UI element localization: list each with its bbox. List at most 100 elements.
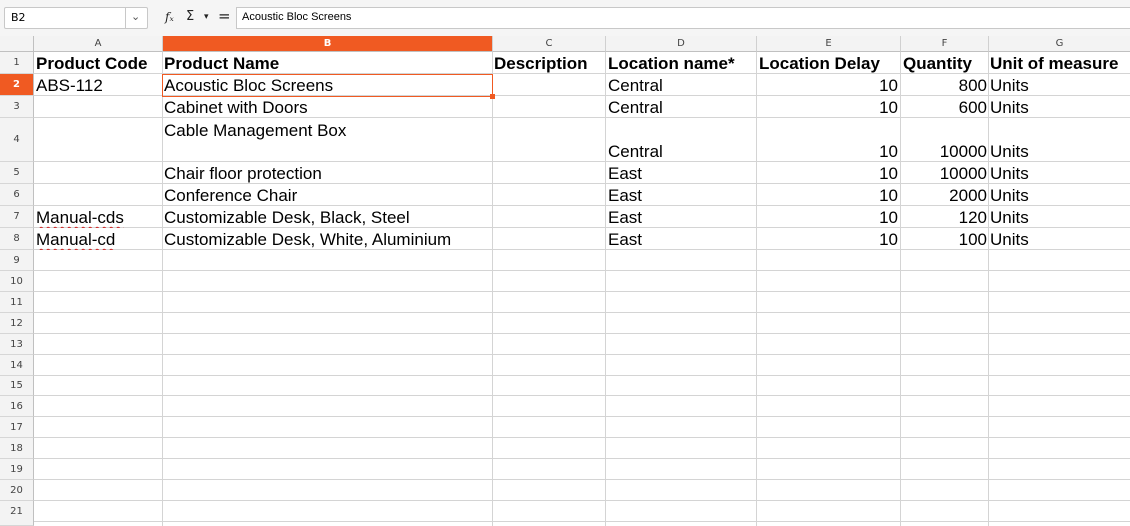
cell-a2[interactable]: ABS-112 — [36, 76, 160, 96]
row-header-7[interactable]: 7 — [0, 206, 34, 228]
cell-a7[interactable]: Manual-cds — [36, 208, 160, 228]
formula-bar: B2 ⌄ fₓ Σ ▾ = Acoustic Bloc Screens — [0, 0, 1130, 37]
cell-g6[interactable]: Units — [990, 186, 1128, 206]
row-header-6[interactable]: 6 — [0, 184, 34, 206]
row-header-19[interactable]: 19 — [0, 459, 34, 480]
function-wizard-icon[interactable]: fₓ — [165, 10, 174, 24]
grid-line — [34, 500, 1130, 501]
grid-line — [34, 479, 1130, 480]
column-header-e[interactable]: E — [757, 36, 901, 52]
grid-line — [34, 437, 1130, 438]
cell-e6[interactable]: 10 — [758, 186, 898, 206]
cell-d6[interactable]: East — [608, 186, 754, 206]
formula-equals-icon[interactable]: = — [218, 7, 231, 25]
cell-d4[interactable]: Central — [608, 142, 754, 162]
grid-line — [34, 416, 1130, 417]
cell-f7[interactable]: 120 — [902, 208, 987, 228]
cell-e4[interactable]: 10 — [758, 142, 898, 162]
row-header-16[interactable]: 16 — [0, 396, 34, 417]
row-header-10[interactable]: 10 — [0, 271, 34, 292]
formula-content: Acoustic Bloc Screens — [242, 11, 352, 23]
column-header-c[interactable]: C — [493, 36, 606, 52]
cell-b7[interactable]: Customizable Desk, Black, Steel — [164, 208, 490, 228]
grid-line — [988, 52, 989, 526]
cell-f8[interactable]: 100 — [902, 230, 987, 250]
grid-line — [34, 270, 1130, 271]
grid-line — [162, 52, 163, 526]
column-header-d[interactable]: D — [606, 36, 757, 52]
row-header-21[interactable]: 21 — [0, 501, 34, 526]
cell-f3[interactable]: 600 — [902, 98, 987, 118]
cell-f5[interactable]: 10000 — [902, 164, 987, 184]
cell-e3[interactable]: 10 — [758, 98, 898, 118]
formula-input[interactable]: Acoustic Bloc Screens — [236, 7, 1130, 29]
grid-line — [605, 52, 606, 526]
grid-line — [34, 354, 1130, 355]
cell-g5[interactable]: Units — [990, 164, 1128, 184]
cell-d2[interactable]: Central — [608, 76, 754, 96]
cell-d7[interactable]: East — [608, 208, 754, 228]
row-header-2[interactable]: 2 — [0, 74, 34, 96]
header-cell-location-name[interactable]: Location name* — [608, 54, 755, 74]
row-header-11[interactable]: 11 — [0, 292, 34, 313]
cell-g3[interactable]: Units — [990, 98, 1128, 118]
grid-line — [34, 291, 1130, 292]
row-header-4[interactable]: 4 — [0, 118, 34, 162]
cell-g4[interactable]: Units — [990, 142, 1128, 162]
row-header-17[interactable]: 17 — [0, 417, 34, 438]
row-header-15[interactable]: 15 — [0, 376, 34, 396]
column-header-a[interactable]: A — [34, 36, 163, 52]
cell-f2[interactable]: 800 — [902, 76, 987, 96]
cell-e2[interactable]: 10 — [758, 76, 898, 96]
row-header-12[interactable]: 12 — [0, 313, 34, 334]
row-header-3[interactable]: 3 — [0, 96, 34, 118]
sum-icon[interactable]: Σ — [186, 9, 194, 24]
cell-e5[interactable]: 10 — [758, 164, 898, 184]
grid-line — [34, 521, 1130, 522]
header-cell-product-name[interactable]: Product Name — [164, 54, 490, 74]
cell-a8[interactable]: Manual-cd — [36, 230, 160, 250]
cell-b5[interactable]: Chair floor protection — [164, 164, 490, 184]
row-header-20[interactable]: 20 — [0, 480, 34, 501]
row-header-18[interactable]: 18 — [0, 438, 34, 459]
row-header-9[interactable]: 9 — [0, 250, 34, 271]
autofill-handle[interactable] — [490, 94, 495, 99]
column-header-f[interactable]: F — [901, 36, 989, 52]
header-cell-quantity[interactable]: Quantity — [903, 54, 987, 74]
cell-d8[interactable]: East — [608, 230, 754, 250]
active-cell-border — [162, 74, 493, 97]
grid-line — [900, 52, 901, 526]
header-cell-description[interactable]: Description — [494, 54, 604, 74]
header-cell-location-delay[interactable]: Location Delay — [759, 54, 899, 74]
name-box[interactable]: B2 ⌄ — [4, 7, 148, 29]
cell-g2[interactable]: Units — [990, 76, 1128, 96]
cell-g8[interactable]: Units — [990, 230, 1128, 250]
row-header-8[interactable]: 8 — [0, 228, 34, 250]
chevron-down-icon[interactable]: ⌄ — [131, 10, 140, 23]
cell-d5[interactable]: East — [608, 164, 754, 184]
column-header-g[interactable]: G — [989, 36, 1130, 52]
cell-e8[interactable]: 10 — [758, 230, 898, 250]
row-header-13[interactable]: 13 — [0, 334, 34, 355]
header-cell-product-code[interactable]: Product Code — [36, 54, 161, 74]
row-header-1[interactable]: 1 — [0, 52, 34, 74]
cell-b6[interactable]: Conference Chair — [164, 186, 490, 206]
row-header-14[interactable]: 14 — [0, 355, 34, 376]
cell-b3[interactable]: Cabinet with Doors — [164, 98, 490, 118]
cell-f4[interactable]: 10000 — [902, 142, 987, 162]
header-cell-unit-of-measure[interactable]: Unit of measure — [990, 54, 1130, 74]
cell-a7-text: Manual-cds — [36, 208, 124, 227]
row-header-5[interactable]: 5 — [0, 162, 34, 184]
cell-g7[interactable]: Units — [990, 208, 1128, 228]
grid-line — [756, 52, 757, 526]
cell-f6[interactable]: 2000 — [902, 186, 987, 206]
grid-line — [34, 375, 1130, 376]
cell-e7[interactable]: 10 — [758, 208, 898, 228]
cell-b4[interactable]: Cable Management Box — [164, 121, 490, 141]
cell-d3[interactable]: Central — [608, 98, 754, 118]
grid-line — [34, 333, 1130, 334]
select-all-corner[interactable] — [0, 36, 34, 52]
column-header-b[interactable]: B — [163, 36, 493, 52]
sum-dropdown-icon[interactable]: ▾ — [204, 12, 209, 22]
cell-b8[interactable]: Customizable Desk, White, Aluminium — [164, 230, 490, 250]
